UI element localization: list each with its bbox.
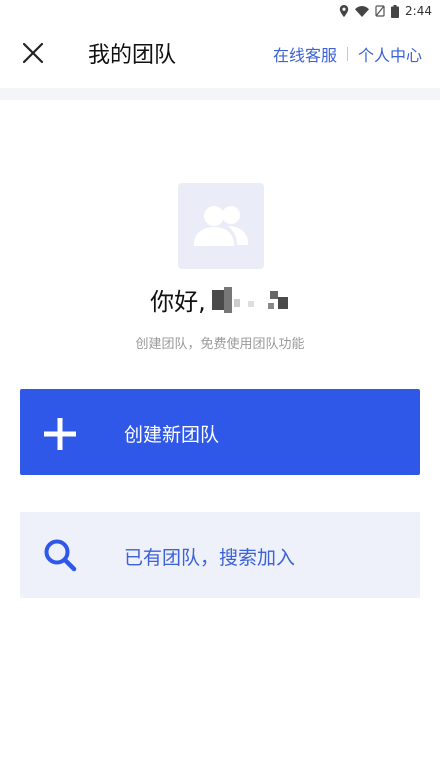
plus-icon <box>44 418 76 450</box>
status-bar: 2:44 <box>0 0 440 22</box>
subtitle: 创建团队，免费使用团队功能 <box>135 337 305 352</box>
wifi-icon <box>355 5 370 17</box>
greeting: 你好, <box>0 282 440 317</box>
personal-center-link[interactable]: 个人中心 <box>358 42 422 66</box>
avatar <box>178 183 264 269</box>
greeting-text: 你好, <box>150 288 206 316</box>
link-divider <box>346 47 348 61</box>
team-users-icon <box>194 206 248 246</box>
battery-icon <box>391 4 400 18</box>
header: 我的团队 在线客服 个人中心 <box>0 22 440 84</box>
header-separator <box>0 88 440 100</box>
search-icon <box>44 539 77 572</box>
join-team-label: 已有团队，搜索加入 <box>124 547 296 569</box>
user-name-blurred <box>211 286 290 313</box>
close-icon <box>22 42 44 64</box>
status-time: 2:44 <box>405 4 432 18</box>
page-title: 我的团队 <box>88 43 177 68</box>
header-links: 在线客服 个人中心 <box>273 42 422 66</box>
create-team-button[interactable]: 创建新团队 <box>20 389 420 475</box>
no-sim-icon <box>375 5 385 17</box>
create-team-label: 创建新团队 <box>124 424 220 446</box>
close-button[interactable] <box>18 38 48 68</box>
join-team-button[interactable]: 已有团队，搜索加入 <box>20 512 420 598</box>
customer-service-link[interactable]: 在线客服 <box>273 42 337 66</box>
location-icon <box>339 5 349 17</box>
